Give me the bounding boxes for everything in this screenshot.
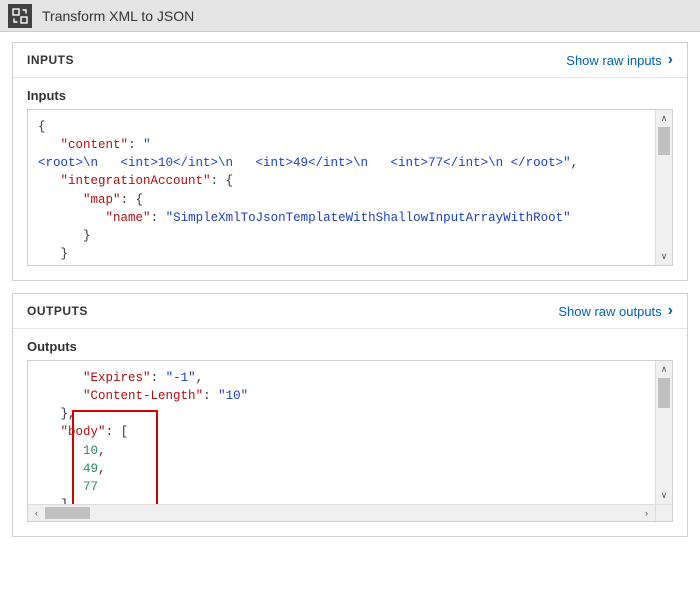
outputs-hscroll-thumb[interactable] [45, 507, 90, 519]
inputs-vscrollbar[interactable]: ∧ ∨ [655, 110, 672, 265]
outputs-subheader: Outputs [13, 329, 687, 360]
title-bar: Transform XML to JSON [0, 0, 700, 32]
show-raw-outputs-label: Show raw outputs [558, 304, 661, 319]
scroll-up-icon[interactable]: ∧ [656, 361, 672, 378]
inputs-subheader: Inputs [13, 78, 687, 109]
outputs-section: OUTPUTS Show raw outputs › Outputs "Expi… [12, 293, 688, 537]
inputs-code-box: { "content": " <root>\n <int>10</int>\n … [27, 109, 673, 266]
outputs-code[interactable]: "Expires": "-1", "Content-Length": "10" … [28, 361, 672, 521]
inputs-header-label: INPUTS [27, 53, 74, 67]
show-raw-inputs-label: Show raw inputs [566, 53, 661, 68]
outputs-header-label: OUTPUTS [27, 304, 88, 318]
scroll-down-icon[interactable]: ∨ [656, 487, 672, 504]
scroll-up-icon[interactable]: ∧ [656, 110, 672, 127]
outputs-hscrollbar[interactable]: ‹ › [28, 504, 655, 521]
window-title: Transform XML to JSON [42, 8, 194, 24]
inputs-code[interactable]: { "content": " <root>\n <int>10</int>\n … [28, 110, 672, 265]
inputs-scroll-thumb[interactable] [658, 127, 670, 155]
outputs-scroll-thumb[interactable] [658, 378, 670, 408]
scroll-right-icon[interactable]: › [638, 505, 655, 521]
transform-icon [8, 4, 32, 28]
outputs-vscrollbar[interactable]: ∧ ∨ [655, 361, 672, 504]
outputs-header: OUTPUTS Show raw outputs › [13, 294, 687, 329]
scroll-down-icon[interactable]: ∨ [656, 248, 672, 265]
inputs-section: INPUTS Show raw inputs › Inputs { "conte… [12, 42, 688, 281]
show-raw-inputs-link[interactable]: Show raw inputs › [566, 51, 673, 69]
scroll-corner [655, 504, 672, 521]
show-raw-outputs-link[interactable]: Show raw outputs › [558, 302, 673, 320]
chevron-right-icon: › [668, 51, 673, 69]
outputs-code-box: "Expires": "-1", "Content-Length": "10" … [27, 360, 673, 522]
chevron-right-icon: › [668, 302, 673, 320]
inputs-header: INPUTS Show raw inputs › [13, 43, 687, 78]
scroll-left-icon[interactable]: ‹ [28, 505, 45, 521]
